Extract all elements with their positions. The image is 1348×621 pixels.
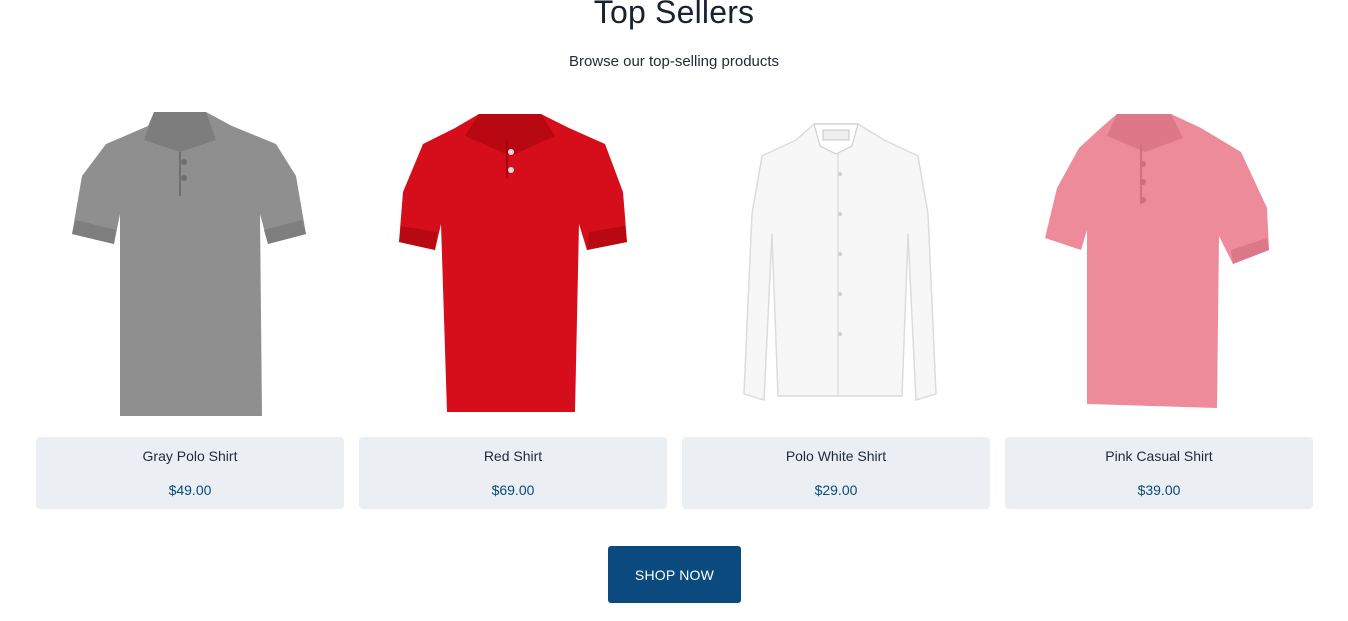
shop-now-button[interactable]: SHOP NOW <box>608 546 741 603</box>
product-card-red-shirt[interactable]: Red Shirt $69.00 <box>359 104 667 510</box>
product-card-pink-shirt[interactable]: Pink Casual Shirt $39.00 <box>1005 104 1313 510</box>
red-polo-shirt-image[interactable] <box>359 104 667 420</box>
product-info: Red Shirt $69.00 <box>359 437 667 509</box>
gray-polo-shirt-image[interactable] <box>36 104 344 420</box>
product-name[interactable]: Polo White Shirt <box>682 448 990 464</box>
product-card-white-shirt[interactable]: Polo White Shirt $29.00 <box>682 104 990 510</box>
white-dress-shirt-image[interactable] <box>682 104 990 420</box>
product-grid: Gray Polo Shirt $49.00 Red Shirt $69.00 <box>36 104 1313 510</box>
product-price: $39.00 <box>1137 482 1181 498</box>
product-price: $29.00 <box>814 482 858 498</box>
pink-polo-shirt-icon <box>1045 114 1269 408</box>
product-card-gray-polo[interactable]: Gray Polo Shirt $49.00 <box>36 104 344 510</box>
product-info: Polo White Shirt $29.00 <box>682 437 990 509</box>
white-dress-shirt-icon <box>743 123 937 401</box>
red-polo-shirt-icon <box>399 114 627 412</box>
product-name[interactable]: Pink Casual Shirt <box>1005 448 1313 464</box>
section-title: Top Sellers <box>593 0 755 30</box>
product-name[interactable]: Gray Polo Shirt <box>36 448 344 464</box>
product-name[interactable]: Red Shirt <box>359 448 667 464</box>
product-info: Pink Casual Shirt $39.00 <box>1005 437 1313 509</box>
product-price: $69.00 <box>491 482 535 498</box>
section-subtitle: Browse our top-selling products <box>568 53 780 70</box>
pink-polo-shirt-image[interactable] <box>1005 104 1313 420</box>
product-info: Gray Polo Shirt $49.00 <box>36 437 344 509</box>
gray-polo-shirt-icon <box>72 112 306 416</box>
product-price: $49.00 <box>168 482 212 498</box>
